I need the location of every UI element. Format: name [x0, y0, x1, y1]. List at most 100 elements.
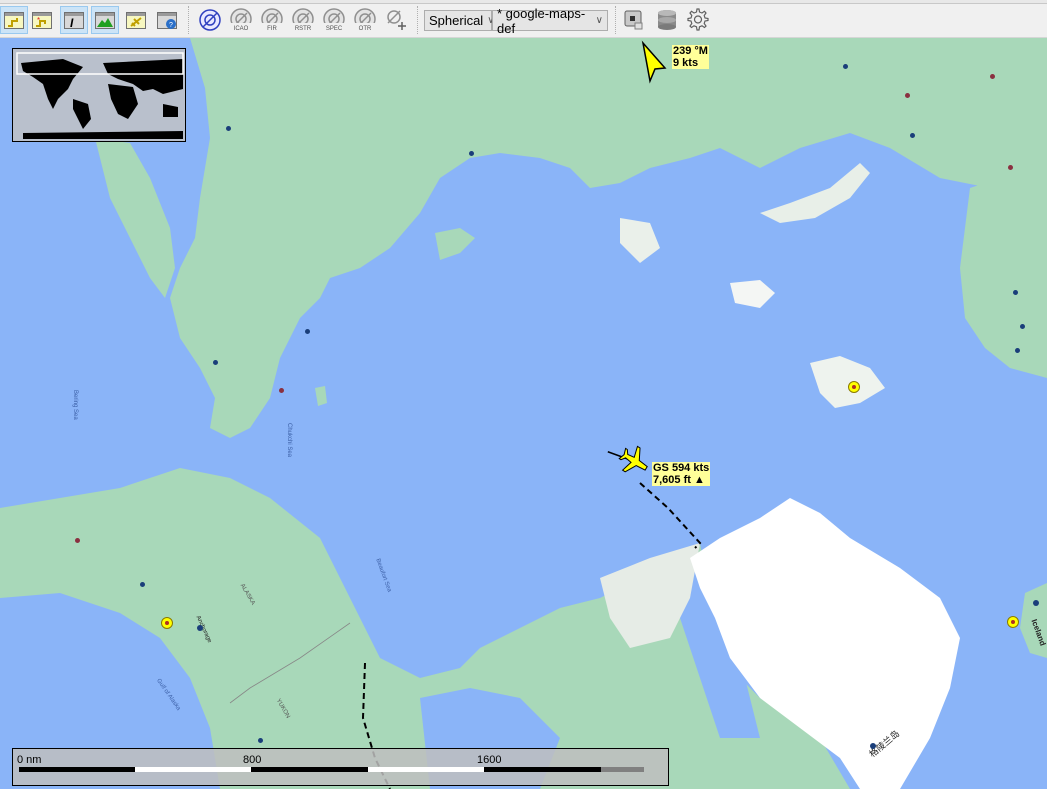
world-map-thumbnail — [16, 52, 184, 139]
airspace-filter-icao-button[interactable]: ICAO — [229, 8, 253, 32]
land-islands-1 — [620, 218, 660, 263]
airport-iceland[interactable] — [1007, 616, 1019, 628]
land-new-siberian — [435, 228, 475, 260]
help-window-icon: ? — [157, 11, 177, 29]
toolbar-separator — [188, 6, 189, 34]
airspace-filter-label: ICAO — [234, 26, 249, 32]
scale-label-1600: 1600 — [477, 754, 502, 766]
airport-dot[interactable] — [305, 329, 310, 334]
user-aircraft-icon[interactable] — [604, 435, 654, 481]
show-help-details-button[interactable]: ? — [155, 8, 179, 32]
airspace-filter-spec-button[interactable]: SPEC — [322, 8, 346, 32]
airspace-filter-label: SPEC — [326, 26, 343, 32]
main-toolbar: * I ? ICAO FIR RSTR SPEC OTR Spherical ∨ * g… — [0, 0, 1047, 38]
ai-aircraft-speed: 9 kts — [673, 57, 699, 69]
scale-segment — [135, 767, 251, 772]
airport-dot[interactable] — [1013, 290, 1018, 295]
land-novaya-zemlya — [760, 163, 870, 223]
toolbar-separator — [417, 6, 418, 34]
airspace-more-button[interactable] — [384, 8, 408, 32]
airplane-icon — [126, 11, 146, 29]
missed-approach-icon: * — [32, 11, 52, 29]
mountain-icon — [95, 11, 115, 29]
database-icon — [658, 10, 676, 30]
map-view[interactable]: Bering Sea Gulf of Alaska Chukchi Sea Be… — [0, 38, 1047, 789]
scale-segment — [368, 767, 484, 772]
projection-select-value: Spherical — [429, 13, 484, 28]
airport-dot[interactable] — [197, 625, 203, 631]
land-scandinavia — [960, 158, 1047, 378]
airspace-filter-label: OTR — [359, 26, 372, 32]
airspace-filter-icon: ICAO — [230, 8, 252, 32]
svg-text:?: ? — [169, 22, 173, 29]
airport-dot[interactable] — [469, 151, 474, 156]
airport-dot[interactable] — [75, 538, 80, 543]
overview-map[interactable] — [12, 48, 186, 142]
scale-bar: 0 nm 800 1600 — [12, 748, 669, 786]
airport-dot[interactable] — [1008, 165, 1013, 170]
show-aircraft-text-button[interactable]: I — [60, 6, 88, 34]
show-user-aircraft-button[interactable] — [124, 8, 148, 32]
airport-dot[interactable] — [843, 64, 848, 69]
airspace-more-icon — [387, 10, 406, 30]
show-elevation-button[interactable] — [91, 6, 119, 34]
airport-dot[interactable] — [1033, 600, 1039, 606]
svg-text:*: * — [37, 16, 40, 25]
airport-dot[interactable] — [990, 74, 995, 79]
scale-segment — [19, 767, 135, 772]
airport-alaska[interactable] — [161, 617, 173, 629]
airport-dot[interactable] — [905, 93, 910, 98]
airport-dot[interactable] — [910, 133, 915, 138]
airport-svalbard[interactable] — [848, 381, 860, 393]
airspace-filter-otr-button[interactable]: OTR — [353, 8, 377, 32]
airspace-filter-icon: RSTR — [292, 8, 314, 32]
land-franz-josef — [730, 280, 775, 308]
airport-dot[interactable] — [140, 582, 145, 587]
map-canvas — [0, 38, 1047, 789]
user-aircraft-label: GS 594 kts 7,605 ft ▲ — [652, 462, 711, 486]
scale-segment — [251, 767, 368, 772]
airspace-filter-icon: SPEC — [323, 8, 345, 32]
airport-dot[interactable] — [1015, 348, 1020, 353]
user-aircraft-altitude: 7,605 ft ▲ — [653, 474, 705, 486]
user-aircraft-ground-speed: GS 594 kts — [653, 462, 710, 474]
scale-segment — [484, 767, 601, 772]
map-details-button[interactable] — [622, 8, 646, 32]
gear-icon — [687, 8, 709, 31]
svg-text:I: I — [70, 16, 74, 29]
airport-dot[interactable] — [258, 738, 263, 743]
flight-plan-route — [639, 482, 702, 549]
airport-dot[interactable] — [226, 126, 231, 131]
airspace-filter-label: RSTR — [295, 26, 312, 32]
airport-dot[interactable] — [870, 743, 876, 749]
ai-aircraft-label: 239 °M 9 kts — [672, 45, 709, 69]
show-missed-approach-button[interactable]: * — [30, 8, 54, 32]
map-details-icon — [624, 10, 643, 30]
airport-dot[interactable] — [213, 360, 218, 365]
flight-plan-icon — [4, 11, 24, 29]
scale-segment — [601, 767, 644, 772]
map-theme-select-value: * google-maps-def — [497, 5, 586, 36]
database-button[interactable] — [655, 8, 679, 32]
airport-dot[interactable] — [279, 388, 284, 393]
scale-label-zero: 0 nm — [17, 754, 42, 766]
land-kamchatka — [95, 138, 175, 298]
projection-select[interactable]: Spherical ∨ — [424, 10, 495, 31]
airspace-filter-icon: OTR — [354, 8, 376, 32]
airspace-filter-rstr-button[interactable]: RSTR — [291, 8, 315, 32]
place-label-bering-sea: Bering Sea — [72, 390, 78, 420]
airspace-toggle-button[interactable] — [198, 8, 222, 32]
scale-label-800: 800 — [243, 754, 262, 766]
land-wrangel — [315, 386, 327, 406]
airspace-filter-icon: FIR — [261, 8, 283, 32]
map-theme-select[interactable]: * google-maps-def ∨ — [492, 6, 608, 36]
settings-button[interactable] — [686, 8, 710, 32]
airspace-filter-fir-button[interactable]: FIR — [260, 8, 284, 32]
show-flight-plan-button[interactable] — [0, 6, 28, 34]
airspace-filter-label: FIR — [267, 26, 277, 32]
land-russia-east — [170, 38, 1047, 438]
airport-dot[interactable] — [1020, 324, 1025, 329]
land-svalbard — [810, 356, 885, 408]
toolbar-separator — [615, 6, 616, 34]
airspace-icon — [199, 9, 221, 31]
